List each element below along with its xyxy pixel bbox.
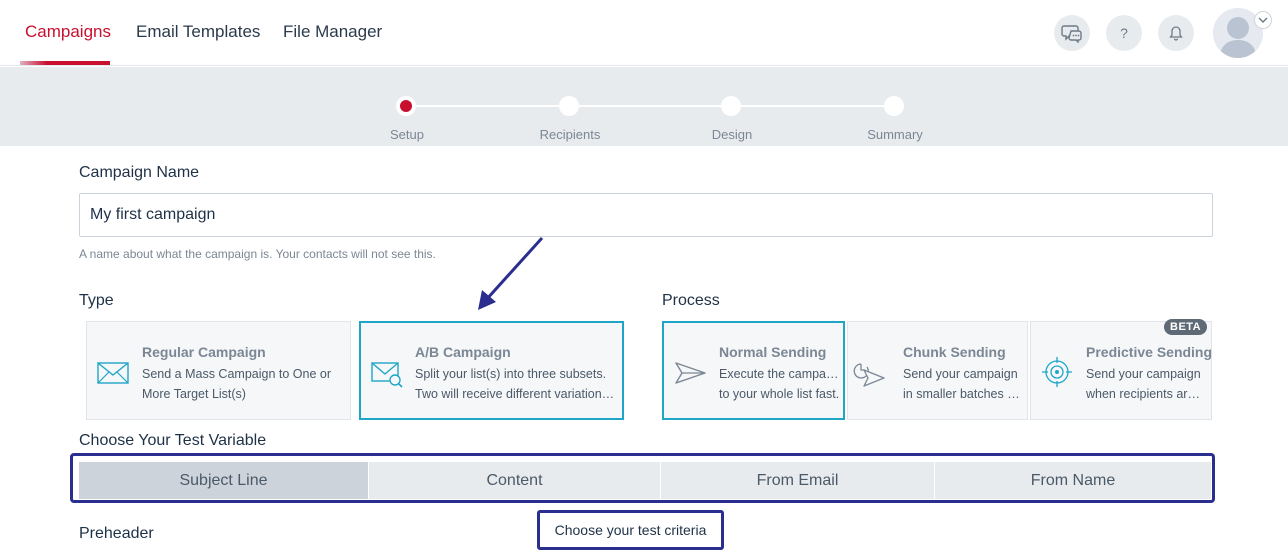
card-description: Send your campaign when recipients are..… bbox=[1086, 364, 1204, 404]
campaign-name-label: Campaign Name bbox=[79, 164, 200, 181]
card-description: Split your list(s) into three subsets. T… bbox=[415, 364, 620, 404]
process-card-chunk[interactable]: Chunk Sending Send your campaign in smal… bbox=[847, 321, 1028, 420]
help-icon: ? bbox=[1120, 25, 1128, 41]
card-title: Chunk Sending bbox=[903, 344, 1006, 360]
bell-icon bbox=[1169, 26, 1183, 41]
step-summary-dot[interactable] bbox=[884, 96, 904, 116]
beta-badge: BETA bbox=[1164, 319, 1208, 335]
step-summary-label: Summary bbox=[867, 127, 923, 142]
card-desc-line-2: Two will receive different variations ..… bbox=[415, 387, 620, 401]
annotation-highlight-box bbox=[70, 453, 1215, 503]
card-desc-line-1: Execute the campaign bbox=[719, 367, 841, 381]
type-label: Type bbox=[79, 292, 114, 309]
card-desc-line-2: in smaller batches t... bbox=[903, 387, 1021, 401]
card-description: Send a Mass Campaign to One or More Targ… bbox=[142, 364, 347, 404]
stepper-track bbox=[406, 105, 894, 107]
notifications-button[interactable] bbox=[1158, 15, 1194, 51]
campaign-name-hint: A name about what the campaign is. Your … bbox=[79, 247, 436, 261]
campaign-name-input[interactable] bbox=[79, 193, 1213, 237]
account-menu-toggle[interactable] bbox=[1254, 11, 1272, 29]
clock-plane-icon bbox=[853, 363, 885, 387]
card-title: Normal Sending bbox=[719, 344, 827, 360]
card-desc-line-2: More Target List(s) bbox=[142, 387, 246, 401]
preheader-label: Preheader bbox=[79, 525, 154, 542]
card-description: Send your campaign in smaller batches t.… bbox=[903, 364, 1021, 404]
envelope-icon bbox=[97, 362, 129, 384]
card-desc-line-1: Split your list(s) into three subsets. bbox=[415, 367, 607, 381]
tab-email-templates[interactable]: Email Templates bbox=[136, 0, 260, 66]
step-setup-dot[interactable] bbox=[396, 96, 416, 116]
card-description: Execute the campaign to your whole list … bbox=[719, 364, 841, 404]
chat-button[interactable] bbox=[1054, 15, 1090, 51]
progress-stepper: Setup Recipients Design Summary bbox=[0, 67, 1288, 146]
step-design-dot[interactable] bbox=[721, 96, 741, 116]
card-title: Regular Campaign bbox=[142, 344, 266, 360]
annotation-arrow-icon bbox=[478, 236, 544, 310]
card-desc-line-2: to your whole list fast. bbox=[719, 387, 840, 401]
tab-file-manager[interactable]: File Manager bbox=[283, 0, 382, 66]
target-icon bbox=[1042, 357, 1072, 387]
top-nav: Campaigns Email Templates File Manager ? bbox=[0, 0, 1288, 66]
card-desc-line-1: Send a Mass Campaign to One or bbox=[142, 367, 331, 381]
type-card-ab[interactable]: A/B Campaign Split your list(s) into thr… bbox=[359, 321, 624, 420]
step-recipients-label: Recipients bbox=[539, 127, 601, 142]
paper-plane-icon bbox=[675, 362, 706, 384]
card-title: A/B Campaign bbox=[415, 344, 511, 360]
chat-icon bbox=[1061, 25, 1082, 43]
annotation-tooltip: Choose your test criteria bbox=[537, 510, 724, 550]
card-desc-line-2: when recipients are... bbox=[1086, 387, 1204, 401]
help-button[interactable]: ? bbox=[1106, 15, 1142, 51]
step-setup-label: Setup bbox=[390, 127, 424, 142]
test-variable-label: Choose Your Test Variable bbox=[79, 432, 267, 449]
card-title: Predictive Sending bbox=[1086, 344, 1213, 360]
process-card-normal[interactable]: Normal Sending Execute the campaign to y… bbox=[662, 321, 845, 420]
process-card-predictive[interactable]: Predictive Sending Send your campaign wh… bbox=[1030, 321, 1212, 420]
step-recipients-dot[interactable] bbox=[559, 96, 579, 116]
envelope-search-icon bbox=[371, 362, 403, 388]
type-card-regular[interactable]: Regular Campaign Send a Mass Campaign to… bbox=[86, 321, 351, 420]
active-tab-indicator bbox=[20, 61, 110, 65]
tab-campaigns[interactable]: Campaigns bbox=[25, 0, 111, 66]
card-desc-line-1: Send your campaign bbox=[1086, 367, 1201, 381]
process-label: Process bbox=[662, 292, 720, 309]
step-design-label: Design bbox=[711, 127, 753, 142]
chevron-down-icon bbox=[1258, 17, 1268, 23]
card-desc-line-1: Send your campaign bbox=[903, 367, 1018, 381]
